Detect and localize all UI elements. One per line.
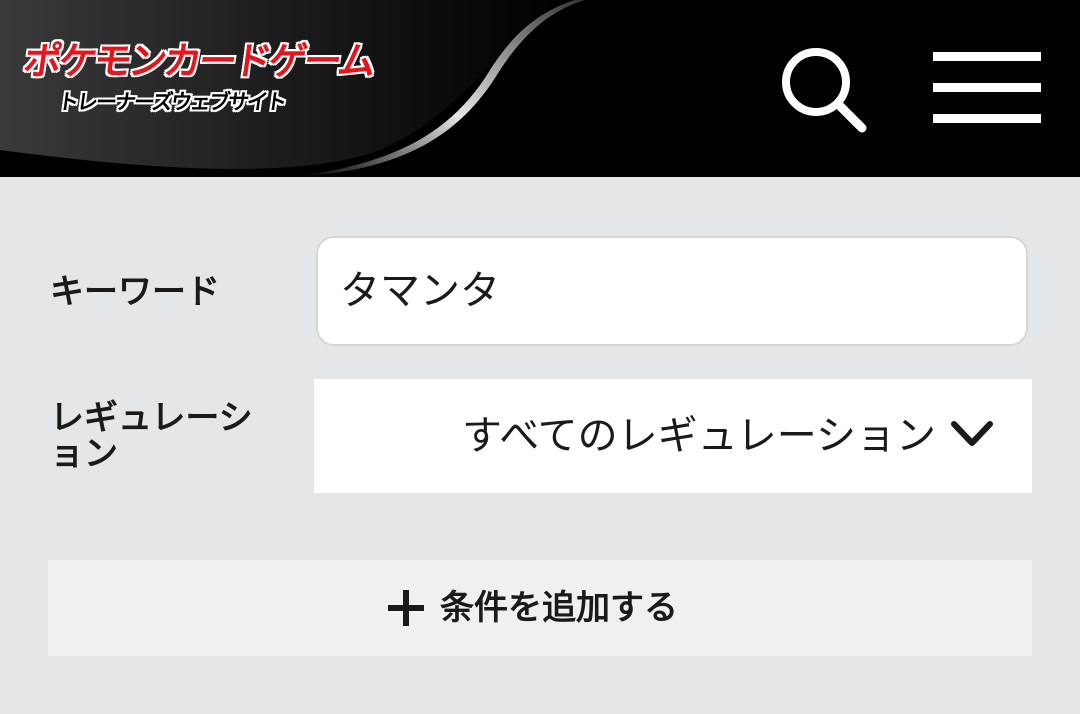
chevron-down-icon [951,421,993,446]
logo-title: ポケモンカードゲーム [20,39,376,83]
keyword-label: キーワード [50,272,220,312]
add-condition-button[interactable]: 条件を追加する [48,560,1032,656]
search-button[interactable] [778,44,870,136]
plus-icon [388,590,424,626]
pokemon-card-game-logo[interactable]: ポケモンカードゲーム トレーナーズウェブサイト [21,38,376,124]
menu-button[interactable] [928,50,1044,126]
regulation-selected-value: すべてのレギュレーション [462,413,936,459]
search-icon [782,48,867,133]
site-header: ポケモンカードゲーム トレーナーズウェブサイト [0,0,1080,177]
add-condition-label: 条件を追加する [440,588,678,628]
regulation-label: レギュレーシ ョン [50,398,253,474]
logo-subtitle: トレーナーズウェブサイト [56,90,287,114]
keyword-input[interactable]: タマンタ [316,236,1028,346]
regulation-select[interactable]: すべてのレギュレーション [314,379,1032,493]
regulation-label-line2: ョン [50,434,118,474]
regulation-label-line1: レギュレーシ [50,398,253,438]
